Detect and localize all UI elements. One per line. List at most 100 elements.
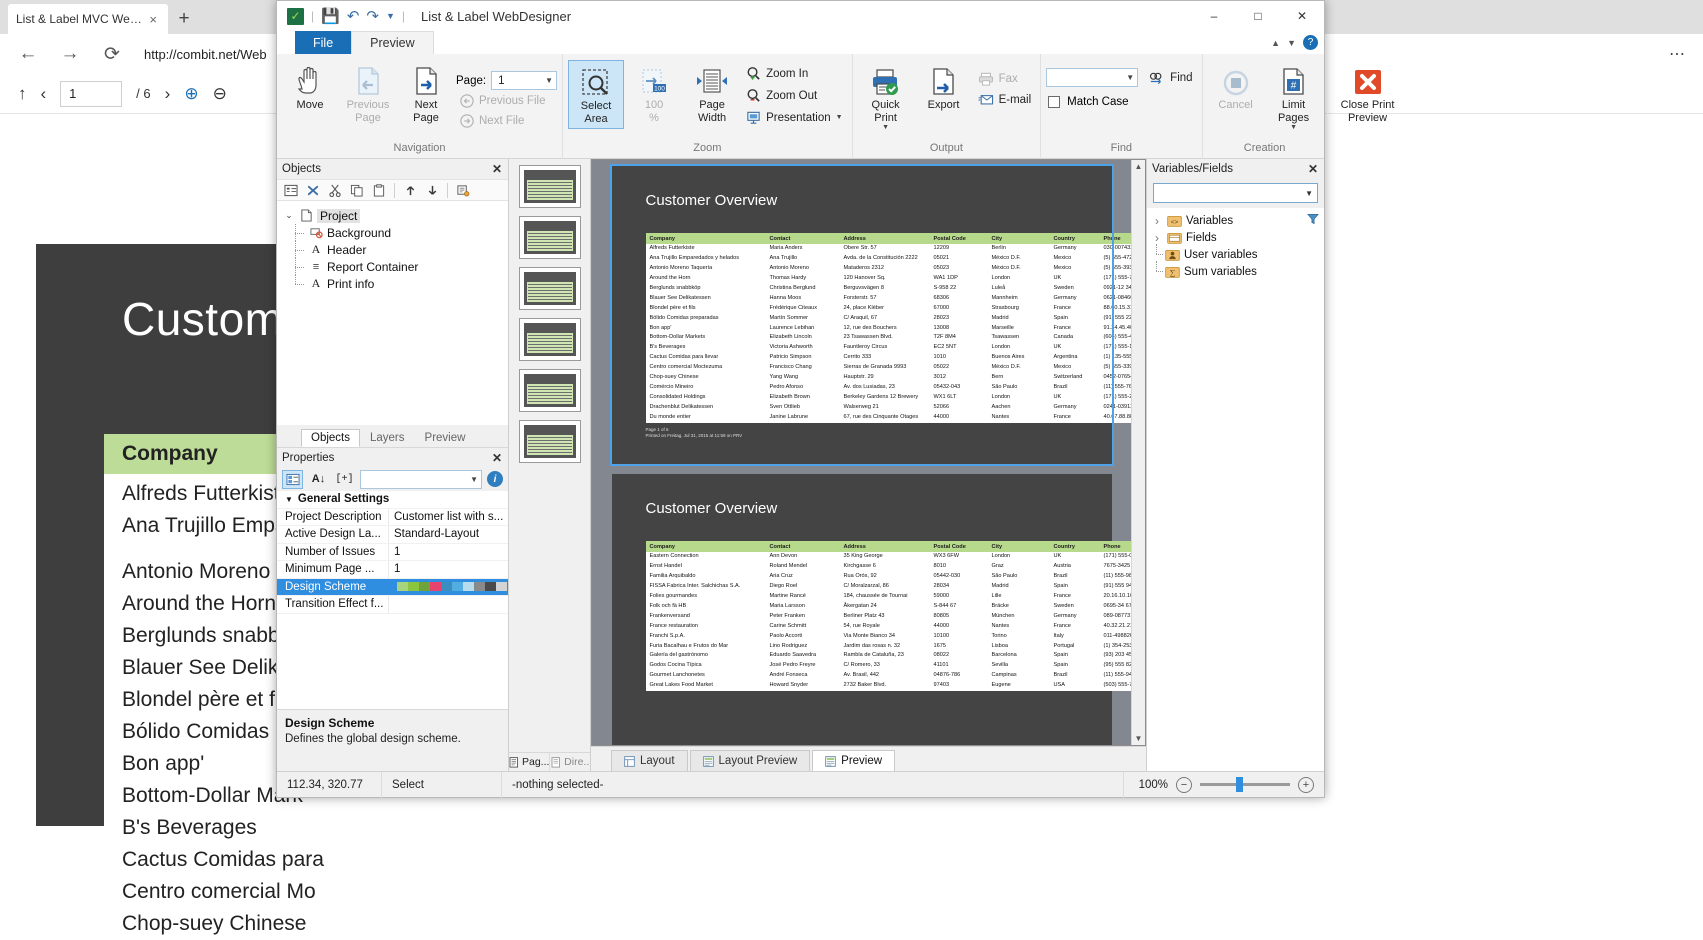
property-row[interactable]: Design Schemeco...: [277, 578, 508, 596]
redo-icon[interactable]: ↷: [366, 7, 379, 25]
preview-viewport[interactable]: Customer Overview Company Contact Address Po…: [591, 159, 1146, 746]
reload-icon[interactable]: ⟳: [94, 39, 130, 69]
chevron-right-icon[interactable]: ›: [1151, 231, 1163, 245]
sort-az-icon[interactable]: A↓: [308, 470, 329, 489]
tab-preview-panel[interactable]: Preview: [415, 429, 476, 447]
zoom-out-icon[interactable]: ⊖: [213, 84, 227, 104]
next-page-button[interactable]: Next Page: [398, 60, 454, 127]
property-row[interactable]: Number of Issues 1: [277, 543, 508, 561]
info-icon[interactable]: i: [487, 471, 503, 487]
thumbnail-page-2[interactable]: [518, 216, 581, 259]
export-button[interactable]: Export: [916, 60, 972, 115]
tab-file[interactable]: File: [295, 31, 352, 54]
thumbnail-page-3[interactable]: [518, 267, 581, 310]
thumbnail-page-5[interactable]: [518, 369, 581, 412]
zoom-in-icon[interactable]: ⊕: [184, 84, 198, 104]
close-icon[interactable]: ✕: [492, 162, 502, 176]
property-row[interactable]: Minimum Page ... 1: [277, 561, 508, 579]
more-icon[interactable]: ⋯: [1669, 44, 1685, 64]
thumbnail-page-6[interactable]: [518, 420, 581, 463]
filter-icon[interactable]: [1307, 213, 1319, 225]
tab-layout[interactable]: Layout: [611, 750, 688, 771]
zoom-slider-knob[interactable]: [1236, 777, 1243, 792]
save-icon[interactable]: 💾: [321, 7, 340, 25]
close-button[interactable]: ✕: [1280, 1, 1324, 31]
property-row[interactable]: Transition Effect f...: [277, 596, 508, 614]
categorize-icon[interactable]: [282, 469, 303, 489]
scroll-up-icon[interactable]: ▲: [1135, 162, 1143, 171]
upload-icon[interactable]: ↑: [18, 84, 27, 104]
variables-tree-item-sum-variables[interactable]: ∑ Sum variables: [1151, 261, 1324, 280]
variables-tree-item-user-variables[interactable]: User variables: [1151, 244, 1324, 263]
email-button[interactable]: E-mail: [974, 91, 1036, 109]
chevron-down-icon[interactable]: ⌄: [283, 210, 295, 221]
tab-preview[interactable]: Preview: [351, 31, 434, 54]
collapse-ribbon-icon[interactable]: ▲: [1271, 38, 1280, 48]
properties-list[interactable]: ▼ General Settings Project Description Cust…: [277, 491, 508, 709]
chevron-down-icon[interactable]: ▼: [882, 124, 889, 132]
tab-directory[interactable]: Dire..: [550, 753, 590, 771]
zoom-100-button[interactable]: 100 100 %: [626, 60, 682, 127]
property-value[interactable]: Standard-Layout: [389, 526, 508, 543]
objects-tree-item-header[interactable]: A Header: [283, 241, 508, 258]
previous-file-button[interactable]: Previous File: [456, 92, 557, 110]
preview-page-2[interactable]: Customer Overview Company Contact Address Po…: [611, 474, 1131, 745]
objects-tree[interactable]: ⌄ Project Background A Header ≡ Report Contain…: [277, 201, 508, 425]
variables-tree[interactable]: › <> Variables › Fields User variables ∑ Sum va…: [1147, 208, 1324, 771]
preview-scrollbar[interactable]: ▲ ▼: [1131, 160, 1145, 745]
thumbnail-page-1[interactable]: [518, 165, 581, 208]
layers-icon[interactable]: [453, 181, 473, 200]
chevron-down-icon[interactable]: ▼: [1290, 124, 1297, 132]
close-icon[interactable]: ✕: [492, 451, 502, 465]
maximize-button[interactable]: □: [1236, 1, 1280, 31]
zoom-slider[interactable]: [1200, 777, 1290, 792]
ribbon-options-icon[interactable]: ▼: [1287, 38, 1296, 48]
objects-tree-item-background[interactable]: Background: [283, 224, 508, 241]
property-value[interactable]: [389, 596, 508, 613]
expand-all-icon[interactable]: [+]: [334, 470, 355, 489]
undo-icon[interactable]: ↶: [347, 7, 360, 25]
objects-tree-item-report-container[interactable]: ≡ Report Container: [283, 258, 508, 275]
variables-tree-item-fields[interactable]: › Fields: [1151, 229, 1324, 246]
page-combo[interactable]: 1 ▼: [491, 71, 558, 90]
browser-tab[interactable]: List & Label MVC Web R ×: [8, 4, 168, 34]
properties-object-combo[interactable]: ▼: [360, 469, 482, 489]
next-file-button[interactable]: Next File: [456, 112, 557, 130]
move-button[interactable]: Move: [282, 60, 338, 115]
presentation-button[interactable]: Presentation ▼: [742, 108, 847, 127]
quick-print-button[interactable]: Quick Print ▼: [858, 60, 914, 135]
thumbnail-page-4[interactable]: [518, 318, 581, 361]
tab-pages[interactable]: Pag...: [509, 753, 551, 771]
help-icon[interactable]: ?: [1303, 35, 1318, 50]
move-down-icon[interactable]: [422, 181, 442, 200]
objects-tree-item-project[interactable]: ⌄ Project: [283, 207, 508, 224]
tab-preview-bottom[interactable]: Preview: [812, 750, 896, 771]
property-value[interactable]: co...: [389, 579, 508, 596]
chevron-down-icon[interactable]: ▼: [285, 495, 293, 504]
chevron-down-icon[interactable]: ▼: [386, 11, 395, 21]
limit-pages-button[interactable]: # Limit Pages ▼: [1266, 60, 1322, 135]
zoom-in-icon[interactable]: +: [1298, 776, 1314, 793]
property-row[interactable]: Project Description Customer list with s.…: [277, 508, 508, 526]
thumbnail-list[interactable]: [518, 165, 581, 471]
close-icon[interactable]: ✕: [1308, 162, 1318, 176]
copy-icon[interactable]: [347, 181, 367, 200]
variables-filter-combo[interactable]: ▼: [1153, 183, 1318, 203]
close-icon[interactable]: ×: [146, 12, 160, 27]
paste-icon[interactable]: [369, 181, 389, 200]
select-area-button[interactable]: Select Area: [568, 60, 625, 130]
properties-icon[interactable]: [281, 181, 301, 200]
forward-icon[interactable]: →: [52, 39, 88, 69]
back-icon[interactable]: ←: [10, 39, 46, 69]
previous-page-icon[interactable]: ‹: [41, 84, 47, 104]
cancel-button[interactable]: Cancel: [1208, 60, 1264, 115]
previous-page-button[interactable]: Previous Page: [340, 60, 396, 127]
tab-layout-preview[interactable]: Layout Preview: [689, 750, 811, 771]
zoom-out-icon[interactable]: −: [1176, 776, 1192, 793]
delete-icon[interactable]: [303, 181, 323, 200]
page-number-input[interactable]: 1: [60, 80, 123, 107]
scroll-down-icon[interactable]: ▼: [1135, 734, 1143, 743]
fax-button[interactable]: Fax: [974, 70, 1036, 88]
next-page-icon[interactable]: ›: [165, 84, 171, 104]
chevron-right-icon[interactable]: ›: [1151, 214, 1163, 228]
